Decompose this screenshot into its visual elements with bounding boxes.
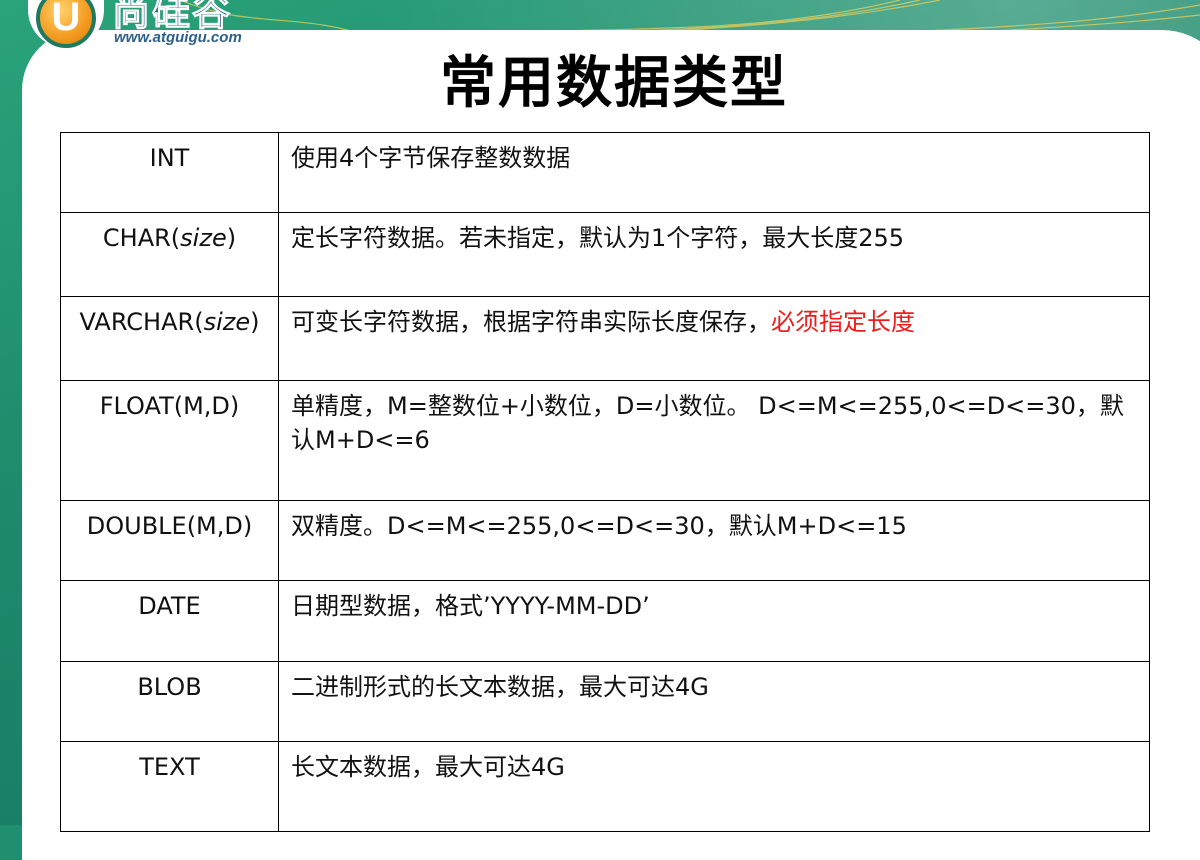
type-cell: CHAR(size) <box>60 212 279 297</box>
type-name: DATE <box>138 592 201 620</box>
description-cell: 单精度，M=整数位+小数位，D=小数位。 D<=M<=255,0<=D<=30，… <box>278 380 1150 501</box>
logo-letter: U <box>51 0 81 39</box>
description-text: 日期型数据，格式’YYYY-MM-DD’ <box>291 592 650 620</box>
table-row: FLOAT(M,D) 单精度，M=整数位+小数位，D=小数位。 D<=M<=25… <box>60 380 1150 501</box>
description-highlight: 必须指定长度 <box>771 308 915 336</box>
description-text: 使用4个字节保存整数数据 <box>291 144 571 172</box>
description-cell: 日期型数据，格式’YYYY-MM-DD’ <box>278 580 1150 662</box>
page-title: 常用数据类型 <box>440 51 788 116</box>
type-name: CHAR(size) <box>102 224 237 252</box>
description-cell: 定长字符数据。若未指定，默认为1个字符，最大长度255 <box>278 212 1150 297</box>
type-name: INT <box>149 144 190 172</box>
type-cell: INT <box>60 132 279 213</box>
description-cell: 二进制形式的长文本数据，最大可达4G <box>278 661 1150 742</box>
type-cell: DOUBLE(M,D) <box>60 500 279 581</box>
description-cell: 双精度。D<=M<=255,0<=D<=30，默认M+D<=15 <box>278 500 1150 581</box>
description-text: 双精度。D<=M<=255,0<=D<=30，默认M+D<=15 <box>291 512 907 540</box>
type-cell: BLOB <box>60 661 279 742</box>
type-cell: DATE <box>60 580 279 662</box>
table-row: CHAR(size) 定长字符数据。若未指定，默认为1个字符，最大长度255 <box>60 212 1150 297</box>
table-row: BLOB 二进制形式的长文本数据，最大可达4G <box>60 661 1150 742</box>
type-name: DOUBLE(M,D) <box>86 512 253 540</box>
type-cell: FLOAT(M,D) <box>60 380 279 501</box>
data-types-table: INT 使用4个字节保存整数数据 CHAR(size) 定长字符数据。若未指定，… <box>60 132 1150 832</box>
description-text: 可变长字符数据，根据字符串实际长度保存， <box>291 308 771 336</box>
table-row: DOUBLE(M,D) 双精度。D<=M<=255,0<=D<=30，默认M+D… <box>60 500 1150 581</box>
type-name: FLOAT(M,D) <box>99 392 240 420</box>
table-row: TEXT 长文本数据，最大可达4G <box>60 741 1150 832</box>
type-name: TEXT <box>139 753 200 781</box>
type-cell: TEXT <box>60 741 279 832</box>
table-row: INT 使用4个字节保存整数数据 <box>60 132 1150 213</box>
description-cell: 使用4个字节保存整数数据 <box>278 132 1150 213</box>
description-cell: 可变长字符数据，根据字符串实际长度保存，必须指定长度 <box>278 296 1150 381</box>
type-cell: VARCHAR(size) <box>60 296 279 381</box>
description-cell: 长文本数据，最大可达4G <box>278 741 1150 832</box>
type-name: BLOB <box>137 673 202 701</box>
table-row: DATE 日期型数据，格式’YYYY-MM-DD’ <box>60 580 1150 662</box>
logo-url: www.atguigu.com <box>114 29 242 46</box>
description-text: 长文本数据，最大可达4G <box>291 753 565 781</box>
description-text: 单精度，M=整数位+小数位，D=小数位。 D<=M<=255,0<=D<=30，… <box>291 392 1124 454</box>
table-row: VARCHAR(size) 可变长字符数据，根据字符串实际长度保存，必须指定长度 <box>60 296 1150 381</box>
description-text: 定长字符数据。若未指定，默认为1个字符，最大长度255 <box>291 224 905 252</box>
type-name: VARCHAR(size) <box>79 308 260 336</box>
atguigu-logo: U 尚硅谷 www.atguigu.com <box>22 0 322 54</box>
description-text: 二进制形式的长文本数据，最大可达4G <box>291 673 709 701</box>
